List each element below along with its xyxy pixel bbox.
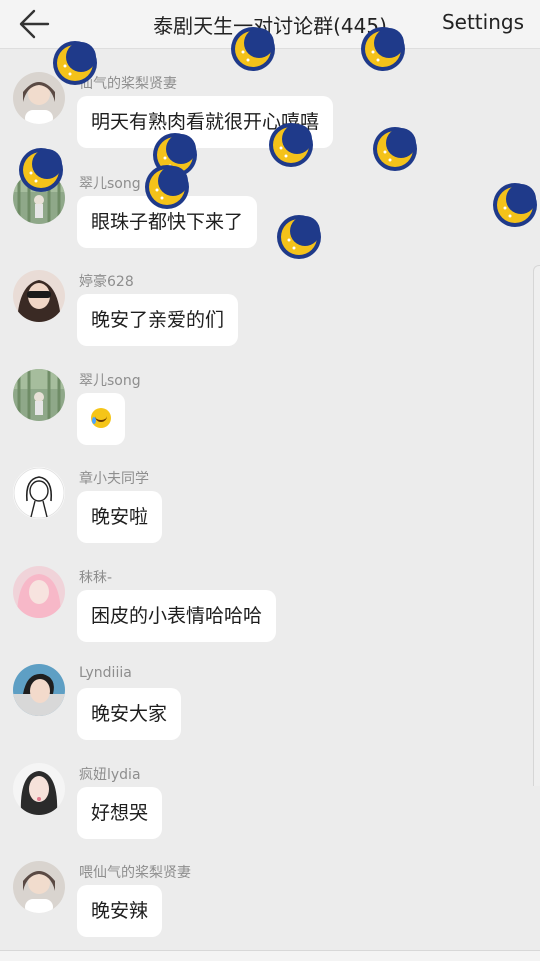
scroll-indicator[interactable] (533, 265, 540, 786)
sleeping-moon-icon (493, 183, 537, 227)
sender-name: 秣秣- (79, 570, 113, 586)
message-bubble[interactable]: 好想哭 (77, 787, 163, 839)
message-bubble[interactable]: 晚安啦 (77, 491, 163, 543)
message-list[interactable]: 仙气的桨梨贤妻 明天有熟肉看就很开心嘻嘻 翠儿song 眼珠子都快下来了 婷豪6… (0, 48, 540, 950)
avatar[interactable] (13, 369, 65, 421)
sleeping-moon-icon (269, 123, 313, 167)
avatar[interactable] (13, 763, 65, 815)
avatar[interactable] (13, 664, 65, 716)
sender-name: 婷豪628 (79, 274, 134, 290)
sender-name: 疯妞lydia (79, 767, 141, 783)
sleeping-moon-icon (145, 165, 189, 209)
input-bar[interactable] (0, 950, 540, 961)
sender-name: 翠儿song (79, 176, 141, 192)
sleeping-moon-icon (373, 127, 417, 171)
arrow-left-icon (19, 9, 50, 39)
sleeping-moon-icon (361, 27, 405, 71)
laughing-crying-emoji-icon (91, 407, 111, 428)
sleeping-moon-icon (277, 215, 321, 259)
avatar[interactable] (13, 861, 65, 913)
avatar[interactable] (13, 467, 65, 519)
message-bubble[interactable] (77, 393, 125, 445)
message-bubble[interactable]: 困皮的小表情哈哈哈 (77, 590, 277, 642)
settings-button[interactable]: Settings (442, 10, 524, 34)
sender-name: 翠儿song (79, 373, 141, 389)
sender-name: 章小夫同学 (79, 471, 149, 487)
sleeping-moon-icon (231, 27, 275, 71)
avatar[interactable] (13, 270, 65, 322)
message-bubble[interactable]: 晚安了亲爱的们 (77, 294, 239, 346)
sleeping-moon-icon (53, 41, 97, 85)
avatar[interactable] (13, 566, 65, 618)
sleeping-moon-icon (19, 148, 63, 192)
message-bubble[interactable]: 晚安辣 (77, 885, 163, 937)
sender-name: 喂仙气的桨梨贤妻 (79, 865, 191, 881)
message-bubble[interactable]: 晚安大家 (77, 688, 182, 740)
sender-name: Lyndiiia (79, 665, 132, 681)
back-button[interactable] (14, 6, 58, 42)
